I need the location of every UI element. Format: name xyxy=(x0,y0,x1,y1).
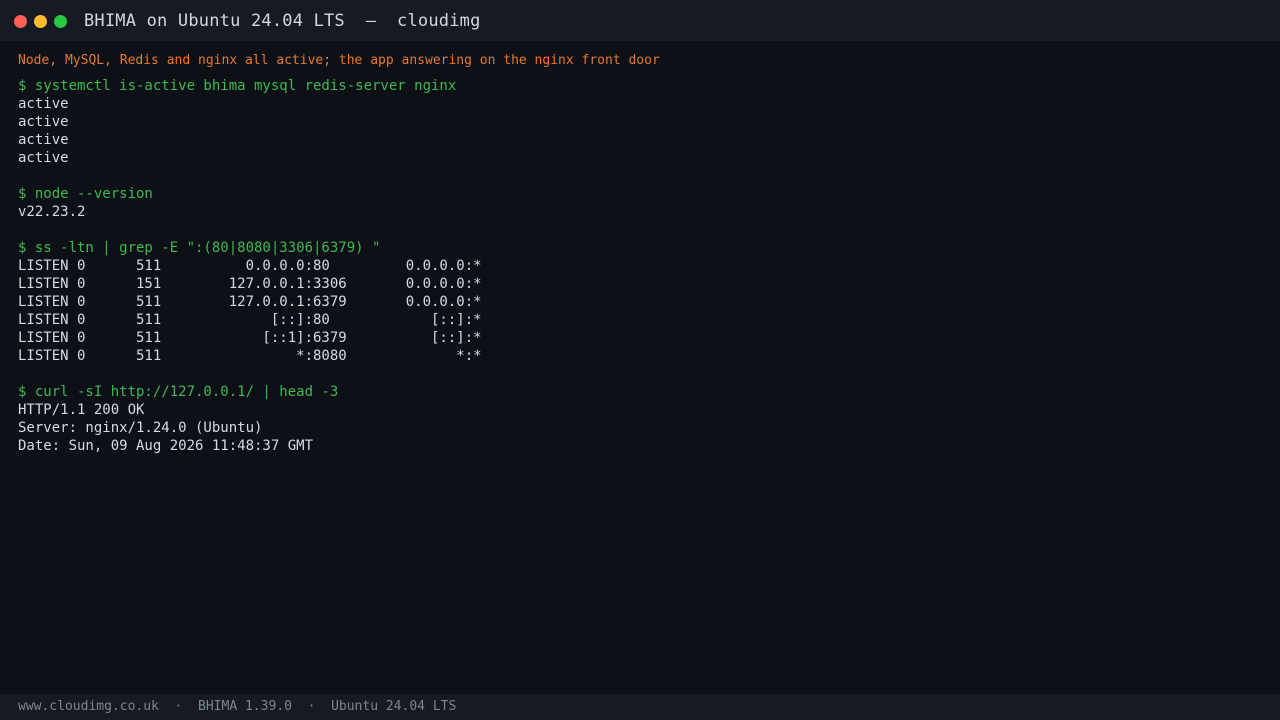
terminal-command-line: $ systemctl is-active bhima mysql redis-… xyxy=(18,78,457,94)
footer-text: www.cloudimg.co.uk · BHIMA 1.39.0 · Ubun… xyxy=(18,699,457,714)
close-icon[interactable] xyxy=(14,15,27,28)
terminal-output-line: LISTEN 0 511 [::]:80 [::]:* xyxy=(18,312,482,328)
terminal-output-line: LISTEN 0 511 127.0.0.1:6379 0.0.0.0:* xyxy=(18,294,482,310)
terminal-command-line: $ ss -ltn | grep -E ":(80|8080|3306|6379… xyxy=(18,240,381,256)
terminal-output-line: LISTEN 0 151 127.0.0.1:3306 0.0.0.0:* xyxy=(18,276,482,292)
terminal-output-line: v22.23.2 xyxy=(18,204,86,220)
status-footer: www.cloudimg.co.uk · BHIMA 1.39.0 · Ubun… xyxy=(0,694,1280,720)
window-title: BHIMA on Ubuntu 24.04 LTS — cloudimg xyxy=(84,11,481,31)
terminal-output[interactable]: $ systemctl is-active bhima mysql redis-… xyxy=(18,77,482,455)
terminal-output-line: Date: Sun, 09 Aug 2026 11:48:37 GMT xyxy=(18,438,314,454)
window-titlebar: BHIMA on Ubuntu 24.04 LTS — cloudimg xyxy=(0,0,1280,41)
terminal-output-line: active xyxy=(18,150,69,166)
terminal-output-line: HTTP/1.1 200 OK xyxy=(18,402,145,418)
terminal-output-line: active xyxy=(18,114,69,130)
terminal-output-line: Server: nginx/1.24.0 (Ubuntu) xyxy=(18,420,263,436)
terminal-output-line: LISTEN 0 511 [::1]:6379 [::]:* xyxy=(18,330,482,346)
terminal-output-line: LISTEN 0 511 0.0.0.0:80 0.0.0.0:* xyxy=(18,258,482,274)
terminal-command-line: $ node --version xyxy=(18,186,153,202)
caption-text: Node, MySQL, Redis and nginx all active;… xyxy=(18,53,660,68)
terminal-output-line: LISTEN 0 511 *:8080 *:* xyxy=(18,348,482,364)
terminal-output-line: active xyxy=(18,96,69,112)
terminal-output-line: active xyxy=(18,132,69,148)
minimize-icon[interactable] xyxy=(34,15,47,28)
maximize-icon[interactable] xyxy=(54,15,67,28)
terminal-command-line: $ curl -sI http://127.0.0.1/ | head -3 xyxy=(18,384,339,400)
